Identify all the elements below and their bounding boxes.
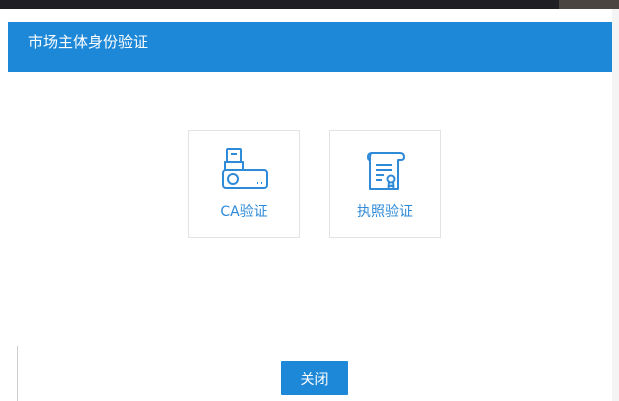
ca-verification-option[interactable]: CA验证 — [188, 130, 300, 238]
usb-key-icon — [222, 148, 268, 189]
background-window-strip-end — [559, 0, 619, 9]
identity-verification-dialog: 市场主体身份验证 CA验证 执照验证 关闭 — [8, 9, 612, 401]
close-button[interactable]: 关闭 — [281, 361, 348, 395]
dialog-header: 市场主体身份验证 — [8, 22, 612, 72]
license-verification-option[interactable]: 执照验证 — [329, 130, 441, 238]
background-edge — [612, 9, 619, 401]
screen: 市场主体身份验证 CA验证 执照验证 关闭 — [0, 0, 619, 401]
background-window-strip — [0, 0, 619, 9]
license-certificate-icon — [367, 152, 405, 190]
divider-line — [17, 346, 18, 401]
license-verification-label: 执照验证 — [357, 204, 413, 220]
ca-verification-label: CA验证 — [220, 204, 268, 220]
dialog-title: 市场主体身份验证 — [28, 33, 149, 51]
